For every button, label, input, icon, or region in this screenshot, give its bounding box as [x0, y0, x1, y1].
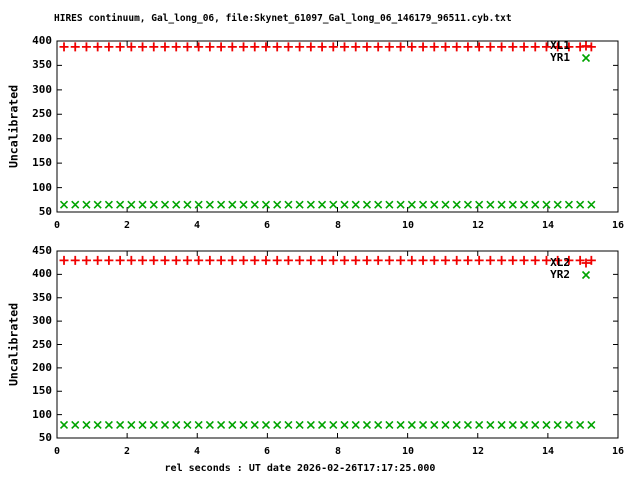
- series-YR1-markers: [59, 200, 596, 209]
- panel-bottom-xtick-label: 16: [611, 446, 625, 457]
- panel-top-xtick-label: 10: [401, 220, 415, 231]
- panel-bottom-xtick-label: 4: [193, 446, 201, 457]
- legend-label-YR2: YR2: [550, 268, 570, 281]
- legend-sample-XL1-marker: [581, 41, 591, 51]
- series-YR2-markers: [59, 420, 596, 429]
- panel-bottom-xtick-label: 14: [541, 446, 555, 457]
- panel-top-y-axis-label: Uncalibrated: [6, 84, 21, 169]
- x-axis-label: rel seconds : UT date 2026-02-26T17:17:2…: [164, 463, 436, 474]
- panel-bottom-ytick-label: 100: [32, 408, 52, 421]
- panel-bottom-ytick-label: 150: [32, 384, 52, 397]
- panel-top-xtick-label: 2: [123, 220, 131, 231]
- plot-figure: [56, 40, 619, 439]
- panel-top-ytick-label: 350: [32, 58, 52, 71]
- panel-top-ytick-label: 50: [38, 205, 52, 218]
- panel-bottom-xtick-label: 8: [334, 446, 342, 457]
- panel-bottom-xtick-label: 2: [123, 446, 131, 457]
- panel-bottom-ytick-label: 450: [32, 244, 52, 257]
- panel-bottom-xtick-label: 6: [263, 446, 271, 457]
- panel-bottom-ytick-label: 250: [32, 338, 52, 351]
- panel-bottom-ytick-label: 400: [32, 267, 52, 280]
- panel-top-xtick-label: 12: [471, 220, 485, 231]
- panel-bottom-y-axis-label: Uncalibrated: [6, 302, 21, 387]
- panel-bottom-xtick-label: 0: [53, 446, 61, 457]
- plot-canvas: HIRES continuum, Gal_long_06, file:Skyne…: [0, 0, 640, 480]
- panel-top-xtick-label: 0: [53, 220, 61, 231]
- panel-top-frame: [56, 40, 619, 213]
- panel-top-xtick-label: 6: [263, 220, 271, 231]
- panel-bottom-xtick-label: 10: [401, 446, 415, 457]
- legend-label-YR1: YR1: [550, 51, 570, 64]
- panel-bottom-ytick-label: 50: [38, 431, 52, 444]
- panel-top-xtick-label: 4: [193, 220, 201, 231]
- panel-bottom-ytick-label: 300: [32, 314, 52, 327]
- panel-bottom-ytick-label: 350: [32, 291, 52, 304]
- legend-sample-YR2-marker: [581, 270, 591, 280]
- panel-top-ytick-label: 300: [32, 83, 52, 96]
- panel-top-ytick-label: 100: [32, 181, 52, 194]
- panel-top-ytick-label: 400: [32, 34, 52, 47]
- panel-bottom-xtick-label: 12: [471, 446, 485, 457]
- legend-sample-YR1-marker: [581, 53, 591, 63]
- panel-bottom-ytick-label: 200: [32, 361, 52, 374]
- panel-top-ytick-label: 250: [32, 107, 52, 120]
- panel-top-ytick-label: 150: [32, 156, 52, 169]
- panel-top-xtick-label: 8: [334, 220, 342, 231]
- panel-top-xtick-label: 16: [611, 220, 625, 231]
- panel-top-xtick-label: 14: [541, 220, 555, 231]
- panel-top-ytick-label: 200: [32, 132, 52, 145]
